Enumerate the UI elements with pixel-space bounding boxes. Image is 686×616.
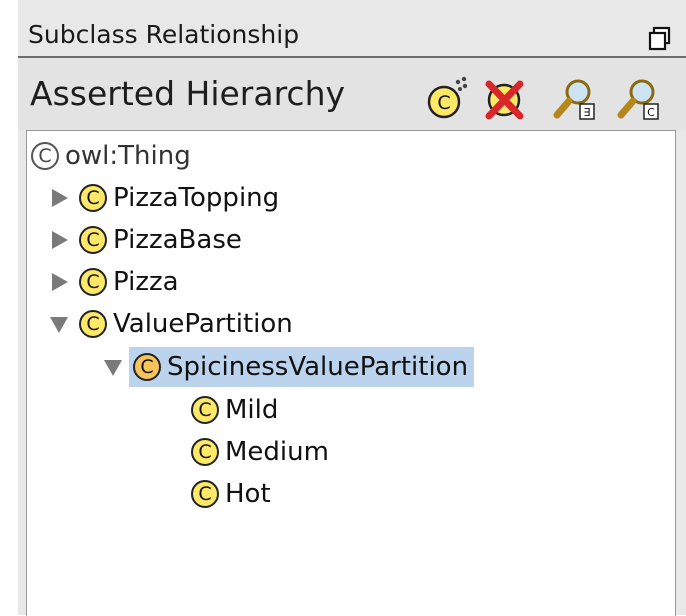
expand-arrow-icon[interactable] (47, 186, 71, 210)
restore-window-icon[interactable] (648, 26, 672, 52)
svg-text:C: C (437, 92, 450, 114)
panel-title: Subclass Relationship (28, 20, 300, 49)
tree-node-pizzatopping[interactable]: C PizzaTopping (47, 178, 279, 218)
tree-node-label: ValuePartition (113, 309, 293, 339)
svg-text:C: C (647, 106, 655, 119)
tree-node-valuepartition[interactable]: C ValuePartition (47, 304, 293, 344)
tree-node-pizza[interactable]: C Pizza (47, 262, 179, 302)
collapse-arrow-icon[interactable] (47, 312, 71, 336)
tree-node-root[interactable]: C owl:Thing (31, 136, 191, 176)
expand-arrow-icon[interactable] (47, 270, 71, 294)
expand-arrow-icon[interactable] (47, 228, 71, 252)
tree-node-medium[interactable]: C Medium (191, 432, 329, 472)
tree-node-label: PizzaBase (113, 225, 242, 255)
class-icon: C (79, 268, 107, 296)
svg-text:∃: ∃ (584, 106, 591, 119)
class-icon: C (191, 480, 219, 508)
tree-node-label: Medium (225, 437, 329, 467)
find-class-icon[interactable]: C (614, 74, 666, 122)
tree-node-label: Hot (225, 479, 271, 509)
tree-node-pizzabase[interactable]: C PizzaBase (47, 220, 242, 260)
tree-node-spicinessvaluepartition[interactable]: C SpicinessValuePartition (101, 347, 475, 387)
create-subclass-icon[interactable]: C (422, 74, 474, 122)
tree-node-hot[interactable]: C Hot (191, 474, 271, 514)
class-icon: C (31, 142, 59, 170)
class-icon: C (79, 310, 107, 338)
class-icon: C (191, 396, 219, 424)
find-property-icon[interactable]: ∃ (550, 74, 602, 122)
class-tree[interactable]: C owl:Thing C PizzaTopping C PizzaBase C… (26, 130, 676, 616)
tree-node-label: PizzaTopping (113, 183, 280, 213)
class-icon: C (191, 438, 219, 466)
delete-class-icon[interactable] (480, 74, 532, 122)
class-icon: C (133, 353, 161, 381)
class-hierarchy-panel: Subclass Relationship Asserted Hierarchy… (18, 0, 686, 616)
tree-node-label: owl:Thing (65, 141, 191, 171)
collapse-arrow-icon[interactable] (101, 355, 125, 379)
tree-node-label: Pizza (113, 267, 179, 297)
class-icon: C (79, 184, 107, 212)
class-icon: C (79, 226, 107, 254)
tree-node-label: Mild (225, 395, 279, 425)
hierarchy-header: Asserted Hierarchy (30, 74, 346, 113)
tree-node-mild[interactable]: C Mild (191, 390, 278, 430)
tree-node-label: SpicinessValuePartition (167, 352, 469, 382)
selection-highlight: C SpicinessValuePartition (129, 347, 475, 387)
